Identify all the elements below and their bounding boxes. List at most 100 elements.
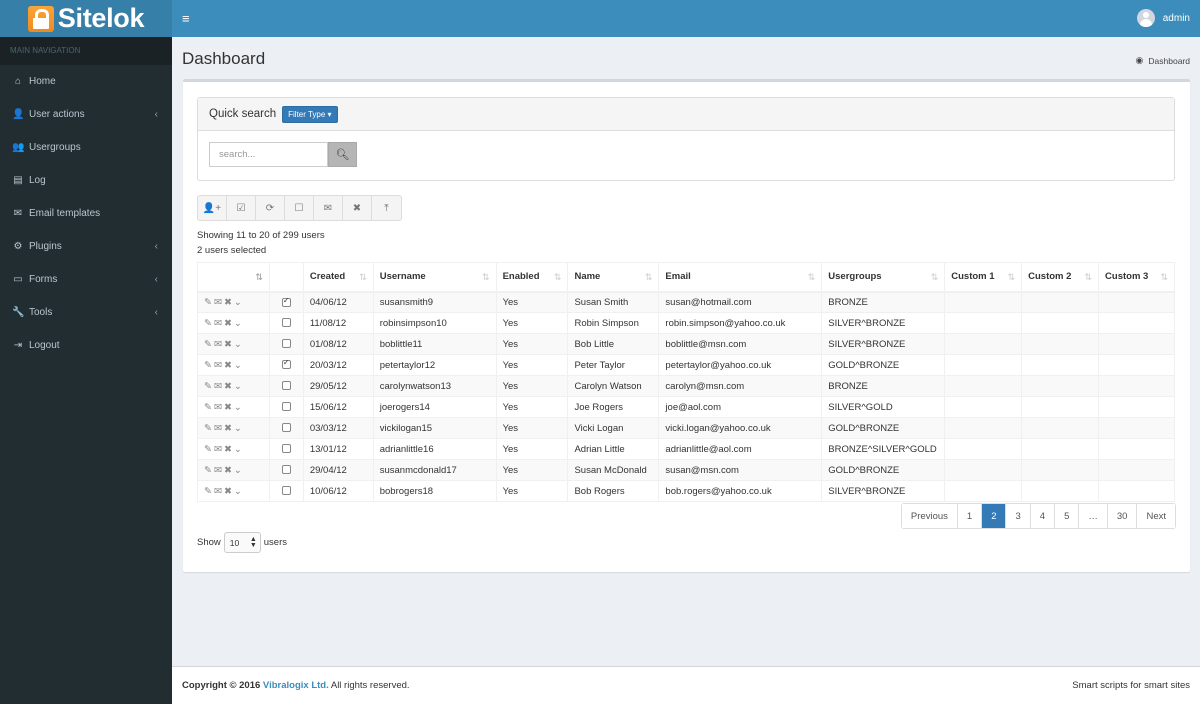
envelope-icon[interactable]: ✉ [214, 423, 224, 434]
user-menu[interactable]: admin [1136, 9, 1190, 27]
page-2-button[interactable]: 2 [982, 504, 1007, 528]
delete-icon[interactable]: ✖ [224, 360, 234, 371]
row-checkbox[interactable] [281, 381, 291, 391]
edit-icon[interactable]: ✎ [204, 402, 214, 413]
row-checkbox[interactable] [281, 444, 291, 454]
envelope-icon[interactable]: ✉ [214, 318, 224, 329]
edit-icon[interactable]: ✎ [204, 339, 214, 350]
envelope-icon[interactable]: ✉ [214, 339, 224, 350]
column-header-enabled[interactable]: Enabled ⇅ [495, 262, 569, 293]
actions-column-header[interactable]: ⇅ [197, 262, 270, 293]
envelope-icon[interactable]: ✉ [214, 297, 224, 308]
column-header-custom-3[interactable]: Custom 3 ⇅ [1098, 262, 1175, 293]
envelope-icon[interactable]: ✉ [214, 360, 224, 371]
menu-toggle-icon[interactable]: ≡ [182, 11, 190, 26]
page-1-button[interactable]: 1 [957, 504, 983, 528]
sidebar-item-home[interactable]: ⌂ Home [0, 65, 172, 98]
chevron-down-icon[interactable]: ⌄ [234, 339, 244, 350]
delete-icon[interactable]: ✖ [224, 318, 234, 329]
sidebar-item-plugins[interactable]: ⚙ Plugins ‹ [0, 230, 172, 263]
page-4-button[interactable]: 4 [1030, 504, 1056, 528]
select-all-button[interactable]: ☑ [227, 196, 256, 220]
envelope-icon[interactable]: ✉ [214, 465, 224, 476]
chevron-down-icon[interactable]: ⌄ [234, 381, 244, 392]
sidebar-item-tools[interactable]: 🔧 Tools ‹ [0, 296, 172, 329]
sort-icon[interactable]: ⇅ [1160, 272, 1168, 283]
delete-icon[interactable]: ✖ [224, 486, 234, 497]
row-checkbox[interactable] [281, 358, 291, 370]
envelope-icon[interactable]: ✉ [214, 444, 224, 455]
sidebar-item-logout[interactable]: ⇥ Logout [0, 329, 172, 362]
chevron-down-icon[interactable]: ⌄ [234, 444, 244, 455]
row-checkbox[interactable] [281, 423, 291, 433]
logo[interactable]: Sitelok [0, 0, 172, 37]
chevron-down-icon[interactable]: ⌄ [234, 360, 244, 371]
export-button[interactable]: ⤒ [372, 196, 401, 220]
column-header-custom-1[interactable]: Custom 1 ⇅ [944, 262, 1023, 293]
page-5-button[interactable]: 5 [1055, 504, 1080, 528]
delete-icon[interactable]: ✖ [224, 339, 234, 350]
sort-icon[interactable]: ⇅ [1084, 272, 1092, 283]
column-header-username[interactable]: Username ⇅ [372, 262, 497, 293]
sort-icon[interactable]: ⇅ [931, 272, 939, 283]
row-checkbox[interactable] [281, 318, 291, 328]
sidebar-item-log[interactable]: ▤ Log [0, 164, 172, 197]
chevron-down-icon[interactable]: ⌄ [234, 318, 244, 329]
delete-icon[interactable]: ✖ [224, 444, 234, 455]
deselect-button[interactable]: ☐ [285, 196, 314, 220]
delete-icon[interactable]: ✖ [224, 465, 234, 476]
delete-icon[interactable]: ✖ [224, 402, 234, 413]
delete-button[interactable]: ✖ [343, 196, 372, 220]
envelope-icon[interactable]: ✉ [214, 486, 224, 497]
chevron-down-icon[interactable]: ⌄ [234, 402, 244, 413]
delete-icon[interactable]: ✖ [224, 297, 234, 308]
edit-icon[interactable]: ✎ [204, 423, 214, 434]
refresh-button[interactable]: ⟳ [256, 196, 285, 220]
envelope-icon[interactable]: ✉ [214, 402, 224, 413]
chevron-down-icon[interactable]: ⌄ [234, 423, 244, 434]
search-input[interactable] [209, 142, 328, 167]
edit-icon[interactable]: ✎ [204, 381, 214, 392]
row-checkbox[interactable] [281, 296, 291, 307]
sidebar-item-usergroups[interactable]: 👥 Usergroups [0, 131, 172, 164]
sort-order-icon[interactable]: ⇅ [255, 272, 263, 283]
column-header-usergroups[interactable]: Usergroups ⇅ [821, 262, 946, 293]
email-button[interactable]: ✉ [314, 196, 343, 220]
row-checkbox[interactable] [281, 339, 291, 349]
edit-icon[interactable]: ✎ [204, 297, 214, 308]
sort-icon[interactable]: ⇅ [359, 272, 367, 283]
column-header-name[interactable]: Name ⇅ [567, 262, 660, 293]
column-header-email[interactable]: Email ⇅ [658, 262, 823, 293]
chevron-down-icon[interactable]: ⌄ [234, 297, 244, 308]
page-30-button[interactable]: 30 [1107, 504, 1138, 528]
sidebar-item-forms[interactable]: ▭ Forms ‹ [0, 263, 172, 296]
sidebar-item-email-templates[interactable]: ✉ Email templates [0, 197, 172, 230]
column-header-created[interactable]: Created ⇅ [302, 262, 374, 293]
chevron-down-icon[interactable]: ⌄ [234, 465, 244, 476]
edit-icon[interactable]: ✎ [204, 486, 214, 497]
next-page-button[interactable]: Next [1137, 504, 1175, 528]
sidebar-item-user-actions[interactable]: 👤 User actions ‹ [0, 98, 172, 131]
sort-icon[interactable]: ⇅ [645, 272, 653, 283]
row-checkbox[interactable] [281, 402, 291, 412]
page-size-select[interactable]: 10 ▲ ▼ [223, 532, 261, 553]
page-3-button[interactable]: 3 [1006, 504, 1031, 528]
envelope-icon[interactable]: ✉ [214, 381, 224, 392]
filter-type-button[interactable]: Filter Type ▾ [282, 105, 338, 123]
edit-icon[interactable]: ✎ [204, 465, 214, 476]
chevron-down-icon[interactable]: ⌄ [234, 486, 244, 497]
company-link[interactable]: Vibralogix Ltd. [263, 680, 329, 691]
sort-icon[interactable]: ⇅ [808, 272, 816, 283]
row-checkbox[interactable] [281, 465, 291, 475]
add-user-button[interactable]: 👤+ [198, 196, 227, 220]
previous-page-button[interactable]: Previous [901, 504, 958, 528]
row-checkbox[interactable] [281, 486, 291, 496]
delete-icon[interactable]: ✖ [224, 381, 234, 392]
sort-icon[interactable]: ⇅ [554, 272, 562, 283]
sort-icon[interactable]: ⇅ [482, 272, 490, 283]
edit-icon[interactable]: ✎ [204, 318, 214, 329]
sort-icon[interactable]: ⇅ [1008, 272, 1016, 283]
edit-icon[interactable]: ✎ [204, 360, 214, 371]
edit-icon[interactable]: ✎ [204, 444, 214, 455]
column-header-custom-2[interactable]: Custom 2 ⇅ [1021, 262, 1100, 293]
